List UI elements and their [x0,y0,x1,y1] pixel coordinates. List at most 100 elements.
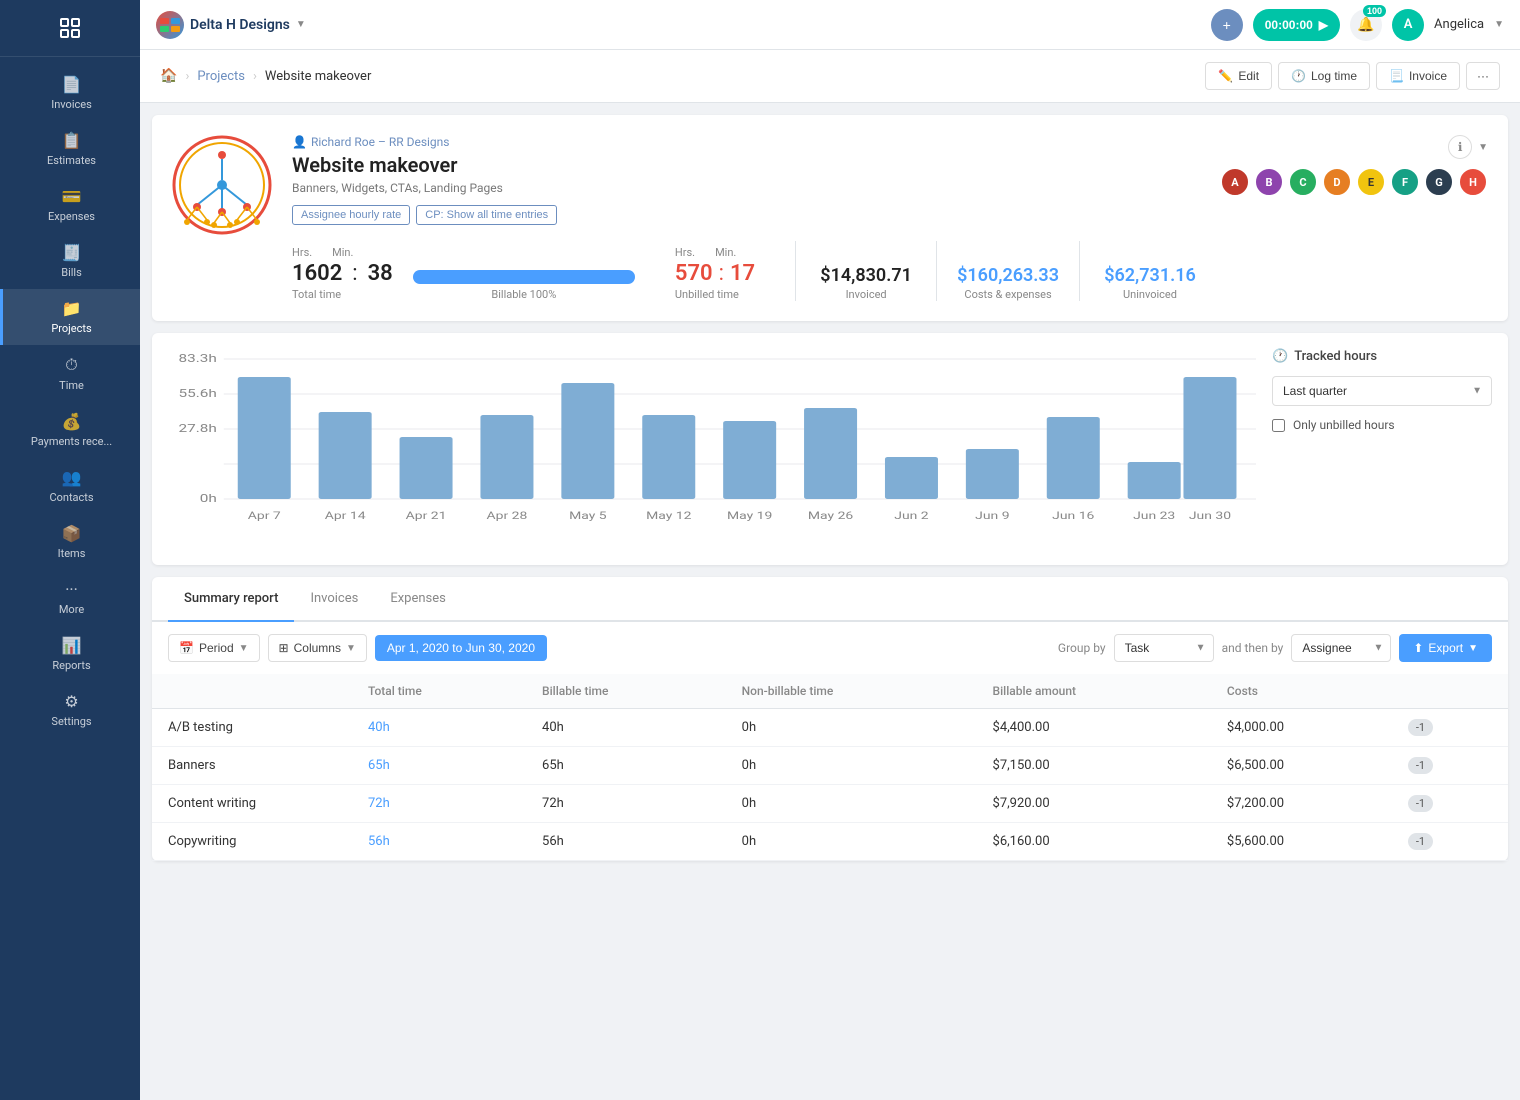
row-costs-2: $7,200.00 [1211,785,1392,823]
costs-value: $160,263.33 [957,265,1059,286]
sidebar-logo [0,0,140,57]
row-costs-0: $4,000.00 [1211,709,1392,747]
row-name-2: Content writing [152,785,352,823]
sidebar-item-invoices[interactable]: 📄 Invoices [0,65,140,121]
date-range-filter[interactable]: Apr 1, 2020 to Jun 30, 2020 [375,635,547,661]
tab-invoices[interactable]: Invoices [294,577,374,622]
unbilled-checkbox[interactable] [1272,419,1285,432]
company-name: Delta H Designs [190,17,290,33]
period-select[interactable]: Last quarter [1272,376,1492,406]
uninvoiced-value: $62,731.16 [1104,265,1196,286]
edit-icon: ✏️ [1218,69,1233,83]
team-avatar-4[interactable]: D [1322,167,1352,197]
row-total-1: 65h [352,747,526,785]
sidebar-item-projects[interactable]: 📁 Projects [0,289,140,345]
info-dropdown[interactable]: ▼ [1478,142,1488,153]
invoice-icon: 📄 [62,75,82,94]
svg-text:Jun 2: Jun 2 [894,510,929,522]
payments-icon: 💰 [62,412,82,431]
svg-text:Jun 30: Jun 30 [1189,510,1231,522]
time-entries-tag[interactable]: CP: Show all time entries [416,205,557,225]
total-hours: 1602 [292,261,342,286]
uninvoiced-stat: $62,731.16 Uninvoiced [1100,265,1200,301]
notification-button[interactable]: 🔔 100 [1350,9,1382,41]
team-avatar-3[interactable]: C [1288,167,1318,197]
tab-summary-report[interactable]: Summary report [168,577,294,622]
row-billable-1: 65h [526,747,726,785]
svg-text:Jun 23: Jun 23 [1133,510,1175,522]
clock-chart-icon: 🕐 [1272,349,1288,364]
svg-text:May 5: May 5 [569,510,607,522]
stat-divider-1 [795,241,796,301]
row-badge-1: -1 [1392,747,1508,785]
tab-expenses[interactable]: Expenses [374,577,462,622]
then-by-select[interactable]: Assignee [1291,634,1391,662]
company-logo-area[interactable]: Delta H Designs ▼ [156,11,306,39]
current-breadcrumb: Website makeover [265,69,371,84]
project-header: 👤 Richard Roe – RR Designs Website makeo… [152,115,1508,321]
info-button[interactable]: ℹ [1448,135,1472,159]
team-avatar-7[interactable]: G [1424,167,1454,197]
invoiced-label: Invoiced [846,288,887,301]
sidebar-item-time[interactable]: ⏱ Time [0,345,140,402]
sidebar-item-items[interactable]: 📦 Items [0,514,140,570]
row-nonbillable-0: 0h [726,709,977,747]
log-time-button[interactable]: 🕐 Log time [1278,62,1370,90]
team-avatar-2[interactable]: B [1254,167,1284,197]
topbar: Delta H Designs ▼ + 00:00:00 ▶ 🔔 100 A A… [140,0,1520,50]
timer-button[interactable]: 00:00:00 ▶ [1253,9,1340,41]
row-nonbillable-3: 0h [726,823,977,861]
unbilled-time-stat: Hrs. Min. 570 : 17 Unbilled time [675,246,755,301]
sidebar-item-contacts[interactable]: 👥 Contacts [0,458,140,514]
team-avatar-6[interactable]: F [1390,167,1420,197]
avatar: A [1392,9,1424,41]
export-chevron: ▼ [1468,643,1478,654]
row-name-3: Copywriting [152,823,352,861]
more-icon: ··· [65,580,78,599]
col-name [152,674,352,709]
row-billable-3: 56h [526,823,726,861]
team-avatar-5[interactable]: E [1356,167,1386,197]
unbilled-hours-label[interactable]: Only unbilled hours [1293,418,1395,432]
sidebar-item-settings[interactable]: ⚙ Settings [0,682,140,738]
col-total-time: Total time [352,674,526,709]
sidebar-item-estimates[interactable]: 📋 Estimates [0,121,140,177]
sidebar-item-more[interactable]: ··· More [0,570,140,626]
main-area: Delta H Designs ▼ + 00:00:00 ▶ 🔔 100 A A… [140,0,1520,1100]
svg-text:Apr 14: Apr 14 [325,510,366,522]
project-tags: Assignee hourly rate CP: Show all time e… [292,205,1200,225]
row-badge-0: -1 [1392,709,1508,747]
client-icon: 👤 [292,135,307,149]
user-name[interactable]: Angelica [1434,17,1484,32]
projects-breadcrumb[interactable]: Projects [197,69,245,84]
sidebar-item-bills[interactable]: 🧾 Bills [0,233,140,289]
sidebar-item-payments[interactable]: 💰 Payments rece... [0,402,140,458]
row-amount-2: $7,920.00 [977,785,1211,823]
edit-button[interactable]: ✏️ Edit [1205,62,1272,90]
project-client[interactable]: 👤 Richard Roe – RR Designs [292,135,1200,149]
project-name: Website makeover [292,153,1200,177]
row-billable-2: 72h [526,785,726,823]
hourly-rate-tag[interactable]: Assignee hourly rate [292,205,410,225]
export-button[interactable]: ⬆ Export ▼ [1399,634,1492,662]
svg-text:May 26: May 26 [808,510,854,522]
columns-chevron: ▼ [346,643,356,654]
row-costs-1: $6,500.00 [1211,747,1392,785]
home-breadcrumb[interactable]: 🏠 [160,68,177,84]
sidebar-item-reports[interactable]: 📊 Reports [0,626,140,682]
more-actions-button[interactable]: ··· [1466,62,1500,90]
sidebar-item-expenses[interactable]: 💳 Expenses [0,177,140,233]
period-button[interactable]: 📅 Period ▼ [168,634,260,662]
row-nonbillable-2: 0h [726,785,977,823]
invoice-button[interactable]: 📃 Invoice [1376,62,1460,90]
columns-button[interactable]: ⊞ Columns ▼ [268,634,367,662]
stat-divider-2 [936,241,937,301]
action-buttons: ✏️ Edit 🕐 Log time 📃 Invoice ··· [1205,62,1500,90]
team-avatar-8[interactable]: H [1458,167,1488,197]
user-dropdown-icon[interactable]: ▼ [1494,19,1504,30]
team-avatar-1[interactable]: A [1220,167,1250,197]
group-by-select[interactable]: Task [1114,634,1214,662]
company-dropdown-icon[interactable]: ▼ [296,19,306,30]
add-button[interactable]: + [1211,9,1243,41]
row-badge-2: -1 [1392,785,1508,823]
